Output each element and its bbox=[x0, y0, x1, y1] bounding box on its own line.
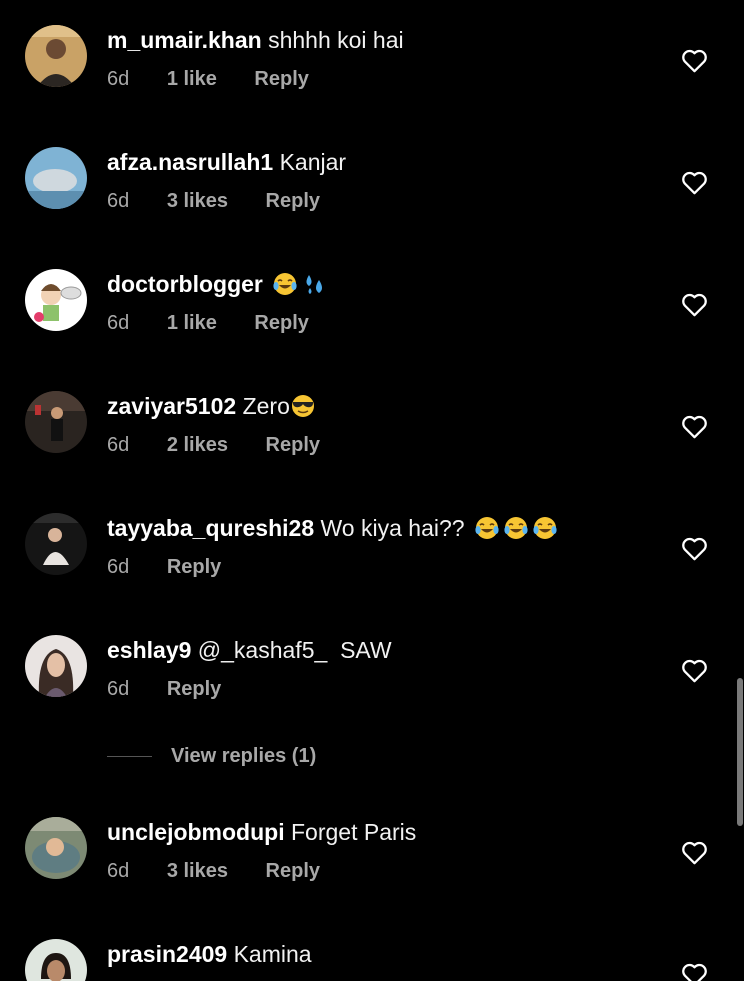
avatar[interactable] bbox=[25, 939, 87, 981]
avatar[interactable] bbox=[25, 635, 87, 697]
heart-outline-icon[interactable] bbox=[681, 962, 708, 981]
reply-button[interactable]: Reply bbox=[167, 677, 221, 701]
comment-text: Wo kiya hai?? bbox=[320, 515, 465, 541]
comment-time: 6d bbox=[107, 556, 130, 578]
comment-time: 6d bbox=[107, 68, 130, 90]
heart-outline-icon[interactable] bbox=[681, 48, 708, 73]
comment-likes[interactable]: 3 likes bbox=[167, 189, 228, 213]
reply-button[interactable]: Reply bbox=[266, 859, 320, 883]
tears-of-joy-emoji bbox=[272, 271, 298, 297]
comment-text: Kamina bbox=[233, 941, 312, 967]
avatar[interactable] bbox=[25, 25, 87, 87]
heart-outline-icon[interactable] bbox=[681, 292, 708, 317]
reply-button[interactable]: Reply bbox=[254, 67, 308, 91]
comment-username[interactable]: zaviyar5102 bbox=[107, 393, 236, 419]
tears-of-joy-emoji bbox=[503, 515, 529, 541]
heart-outline-icon[interactable] bbox=[681, 658, 708, 683]
comment-text: @_kashaf5_ SAW bbox=[197, 637, 392, 663]
comment-username[interactable]: prasin2409 bbox=[107, 941, 227, 967]
avatar[interactable] bbox=[25, 817, 87, 879]
comment-item: tayyaba_qureshi28 Wo kiya hai?? 6d Reply bbox=[0, 513, 744, 623]
comment-text: shhhh koi hai bbox=[268, 27, 404, 53]
comment-text: Forget Paris bbox=[291, 819, 417, 845]
comment-item: zaviyar5102 Zero 6d 2 likes Reply bbox=[0, 391, 744, 501]
comment-username[interactable]: doctorblogger bbox=[107, 271, 263, 297]
tears-of-joy-emoji bbox=[532, 515, 558, 541]
heart-outline-icon[interactable] bbox=[681, 170, 708, 195]
divider bbox=[107, 756, 152, 757]
reply-button[interactable]: Reply bbox=[266, 189, 320, 213]
comment-time: 6d bbox=[107, 678, 130, 700]
comment-text: Kanjar bbox=[279, 149, 347, 175]
heart-outline-icon[interactable] bbox=[681, 414, 708, 439]
comment-username[interactable]: m_umair.khan bbox=[107, 27, 262, 53]
avatar[interactable] bbox=[25, 269, 87, 331]
reply-button[interactable]: Reply bbox=[254, 311, 308, 335]
scrollbar[interactable] bbox=[737, 678, 743, 826]
comment-item: unclejobmodupi Forget Paris 6d 3 likes R… bbox=[0, 817, 744, 927]
comment-likes[interactable]: 1 like bbox=[167, 67, 217, 91]
view-replies-button[interactable]: View replies (1) bbox=[107, 744, 407, 768]
comment-username[interactable]: tayyaba_qureshi28 bbox=[107, 515, 314, 541]
comment-time: 6d bbox=[107, 860, 130, 882]
comment-time: 6d bbox=[107, 312, 130, 334]
comment-username[interactable]: unclejobmodupi bbox=[107, 819, 285, 845]
comment-time: 6d bbox=[107, 190, 130, 212]
comment-likes[interactable]: 2 likes bbox=[167, 433, 228, 457]
reply-button[interactable]: Reply bbox=[167, 555, 221, 579]
comment-username[interactable]: eshlay9 bbox=[107, 637, 191, 663]
sweat-droplets-emoji bbox=[301, 271, 327, 297]
avatar[interactable] bbox=[25, 391, 87, 453]
comment-time: 6d bbox=[107, 434, 130, 456]
reply-button[interactable]: Reply bbox=[266, 433, 320, 457]
tears-of-joy-emoji bbox=[474, 515, 500, 541]
avatar[interactable] bbox=[25, 147, 87, 209]
sunglasses-emoji bbox=[290, 393, 316, 419]
comment-item: prasin2409 Kamina bbox=[0, 939, 744, 981]
comment-item: afza.nasrullah1 Kanjar 6d 3 likes Reply bbox=[0, 147, 744, 257]
avatar[interactable] bbox=[25, 513, 87, 575]
comment-username[interactable]: afza.nasrullah1 bbox=[107, 149, 273, 175]
comment-item: m_umair.khan shhhh koi hai 6d 1 like Rep… bbox=[0, 25, 744, 135]
heart-outline-icon[interactable] bbox=[681, 840, 708, 865]
heart-outline-icon[interactable] bbox=[681, 536, 708, 561]
comment-item: doctorblogger 6d 1 like Reply bbox=[0, 269, 744, 379]
view-replies-label[interactable]: View replies (1) bbox=[171, 744, 316, 768]
comment-likes[interactable]: 1 like bbox=[167, 311, 217, 335]
comment-text: Zero bbox=[242, 393, 290, 419]
comment-item: eshlay9 @_kashaf5_ SAW 6d Reply bbox=[0, 635, 744, 745]
comment-likes[interactable]: 3 likes bbox=[167, 859, 228, 883]
